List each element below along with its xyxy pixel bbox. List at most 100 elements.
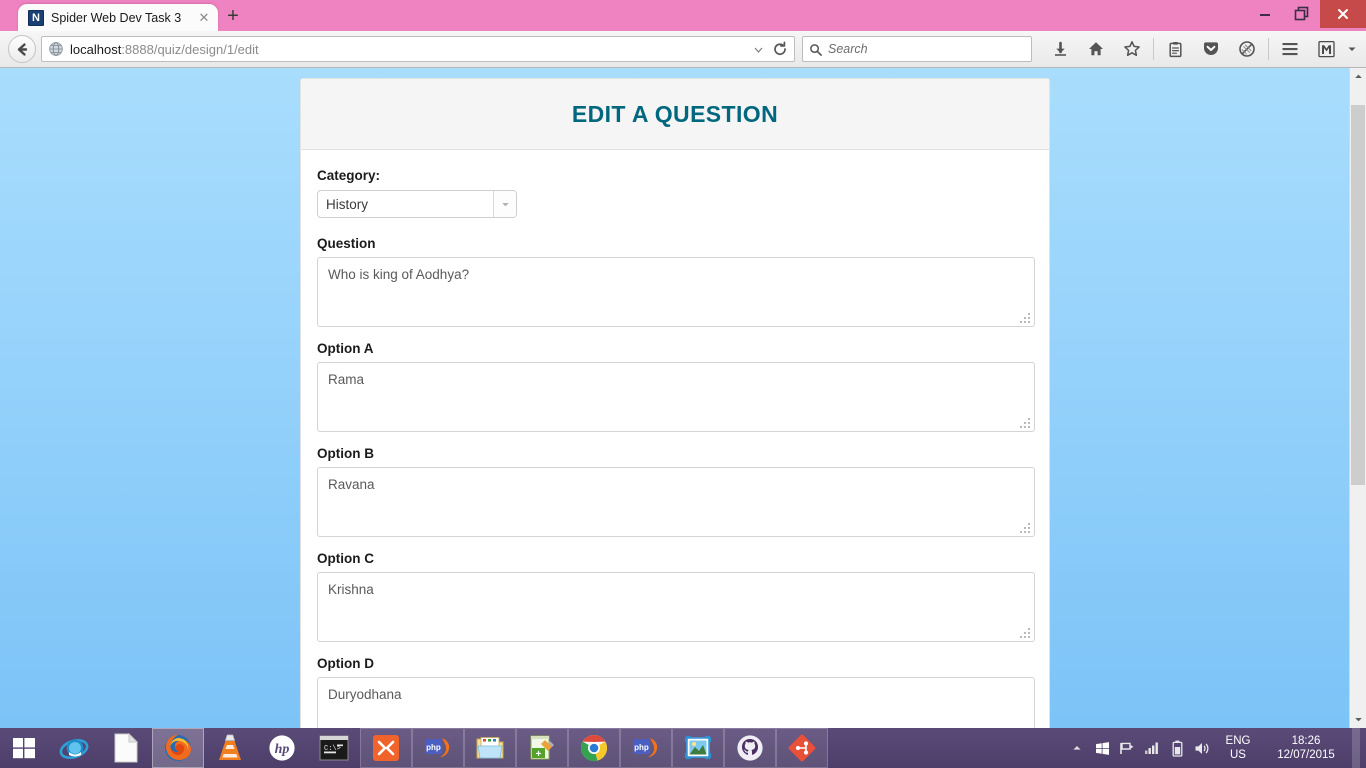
address-path: :8888/quiz/design/1/edit <box>121 41 259 57</box>
svg-text:+: + <box>536 749 542 760</box>
action-center-flag-icon[interactable] <box>1116 729 1138 767</box>
category-label: Category: <box>317 168 381 183</box>
back-icon[interactable] <box>8 35 36 63</box>
document-icon[interactable] <box>100 728 152 768</box>
system-tray: ENG US 18:26 12/07/2015 <box>1066 728 1366 768</box>
browser-tab-title: Spider Web Dev Task 3 <box>51 10 182 25</box>
network-signal-icon[interactable] <box>1141 729 1163 767</box>
question-field-wrap <box>317 257 1035 327</box>
language-indicator[interactable]: ENG US <box>1216 734 1260 762</box>
show-hidden-icons-chevron[interactable] <box>1066 729 1088 767</box>
taskbar-app-list: hp C:\> php + php <box>48 728 828 768</box>
reader-list-icon[interactable] <box>1157 34 1193 64</box>
svg-text:php: php <box>634 743 649 752</box>
notepad-plus-plus-icon[interactable]: + <box>516 728 568 768</box>
windows-taskbar: hp C:\> php + php ENG US 18:26 12/07/201… <box>0 728 1366 768</box>
pocket-icon[interactable] <box>1193 34 1229 64</box>
option-b-label: Option B <box>317 446 374 461</box>
git-icon[interactable] <box>776 728 828 768</box>
option-d-label: Option D <box>317 656 374 671</box>
browser-title-bar: N Spider Web Dev Task 3 ✕ + <box>0 0 1366 31</box>
toolbar-divider <box>1153 38 1154 60</box>
site-identity-globe-icon <box>49 42 63 56</box>
svg-text:hp: hp <box>275 742 290 757</box>
photo-viewer-icon[interactable] <box>672 728 724 768</box>
xampp-icon[interactable] <box>360 728 412 768</box>
option-d-input[interactable] <box>317 677 1035 728</box>
edit-question-panel: EDIT A QUESTION Category: History Questi… <box>300 78 1050 728</box>
address-bar[interactable]: localhost:8888/quiz/design/1/edit <box>41 36 795 62</box>
page-viewport: EDIT A QUESTION Category: History Questi… <box>0 68 1366 728</box>
hamburger-menu-icon[interactable] <box>1272 34 1308 64</box>
show-desktop-button[interactable] <box>1352 728 1360 768</box>
option-c-input[interactable] <box>317 572 1035 642</box>
scroll-up-icon[interactable] <box>1350 68 1366 85</box>
option-a-input[interactable] <box>317 362 1035 432</box>
overflow-chevron-icon[interactable] <box>1344 34 1360 64</box>
scrollbar-track[interactable] <box>1350 85 1366 711</box>
option-c-label: Option C <box>317 551 374 566</box>
window-controls <box>1246 0 1366 28</box>
command-prompt-icon[interactable]: C:\> <box>308 728 360 768</box>
edit-question-form: Category: History Question Option A <box>301 150 1049 728</box>
firefox-icon[interactable] <box>152 728 204 768</box>
search-input[interactable]: Search <box>802 36 1032 62</box>
page-scrollbar[interactable] <box>1349 68 1366 728</box>
google-chrome-icon[interactable] <box>568 728 620 768</box>
close-tab-icon[interactable]: ✕ <box>196 10 212 26</box>
category-select-value: History <box>326 196 369 212</box>
minimize-icon[interactable] <box>1246 0 1283 28</box>
scrollbar-thumb[interactable] <box>1351 105 1365 485</box>
new-tab-button[interactable]: + <box>218 4 248 31</box>
toolbar-icon-group <box>1042 34 1360 64</box>
option-b-input[interactable] <box>317 467 1035 537</box>
language-line-1: ENG <box>1225 735 1251 747</box>
home-icon[interactable] <box>1078 34 1114 64</box>
url-dropdown-icon[interactable] <box>748 38 768 60</box>
address-host: localhost <box>70 41 122 57</box>
page-title: EDIT A QUESTION <box>571 100 779 127</box>
battery-icon[interactable] <box>1166 729 1188 767</box>
toolbar-divider-2 <box>1268 38 1269 60</box>
category-select[interactable]: History <box>317 190 517 218</box>
chevron-down-icon[interactable] <box>493 191 516 217</box>
notepad-favicon: N <box>28 9 44 26</box>
option-a-label: Option A <box>317 341 374 356</box>
bookmark-star-icon[interactable] <box>1114 34 1150 64</box>
option-a-field-wrap <box>317 362 1035 432</box>
browser-tab[interactable]: N Spider Web Dev Task 3 ✕ <box>18 4 218 31</box>
scroll-down-icon[interactable] <box>1350 711 1366 728</box>
windows-flag-icon[interactable] <box>1091 729 1113 767</box>
mcafee-shield-icon[interactable] <box>1308 34 1344 64</box>
restore-icon[interactable] <box>1283 0 1320 28</box>
vlc-media-player-icon[interactable] <box>204 728 256 768</box>
hp-icon[interactable]: hp <box>256 728 308 768</box>
option-b-field-wrap <box>317 467 1035 537</box>
search-placeholder: Search <box>828 42 868 56</box>
tabstrip-leading-space <box>0 0 18 31</box>
windows-start-icon[interactable] <box>0 728 48 768</box>
phpstorm-icon[interactable]: php <box>412 728 464 768</box>
option-c-field-wrap <box>317 572 1035 642</box>
browser-toolbar: localhost:8888/quiz/design/1/edit Search <box>0 31 1366 68</box>
no-script-icon[interactable] <box>1229 34 1265 64</box>
question-label: Question <box>317 236 376 251</box>
clock[interactable]: 18:26 12/07/2015 <box>1263 734 1349 762</box>
internet-explorer-icon[interactable] <box>48 728 100 768</box>
address-bar-actions <box>748 38 790 60</box>
address-bar-text: localhost:8888/quiz/design/1/edit <box>70 42 748 57</box>
close-icon[interactable] <box>1320 0 1366 28</box>
reload-icon[interactable] <box>770 38 790 60</box>
svg-text:php: php <box>426 743 441 752</box>
php-icon[interactable]: php <box>620 728 672 768</box>
clock-time: 18:26 <box>1291 735 1321 747</box>
github-desktop-icon[interactable] <box>724 728 776 768</box>
search-icon <box>810 43 822 56</box>
question-input[interactable] <box>317 257 1035 327</box>
file-explorer-icon[interactable] <box>464 728 516 768</box>
option-d-field-wrap <box>317 677 1035 728</box>
downloads-icon[interactable] <box>1042 34 1078 64</box>
panel-header: EDIT A QUESTION <box>301 79 1049 150</box>
volume-icon[interactable] <box>1191 729 1213 767</box>
language-line-2: US <box>1230 749 1246 761</box>
